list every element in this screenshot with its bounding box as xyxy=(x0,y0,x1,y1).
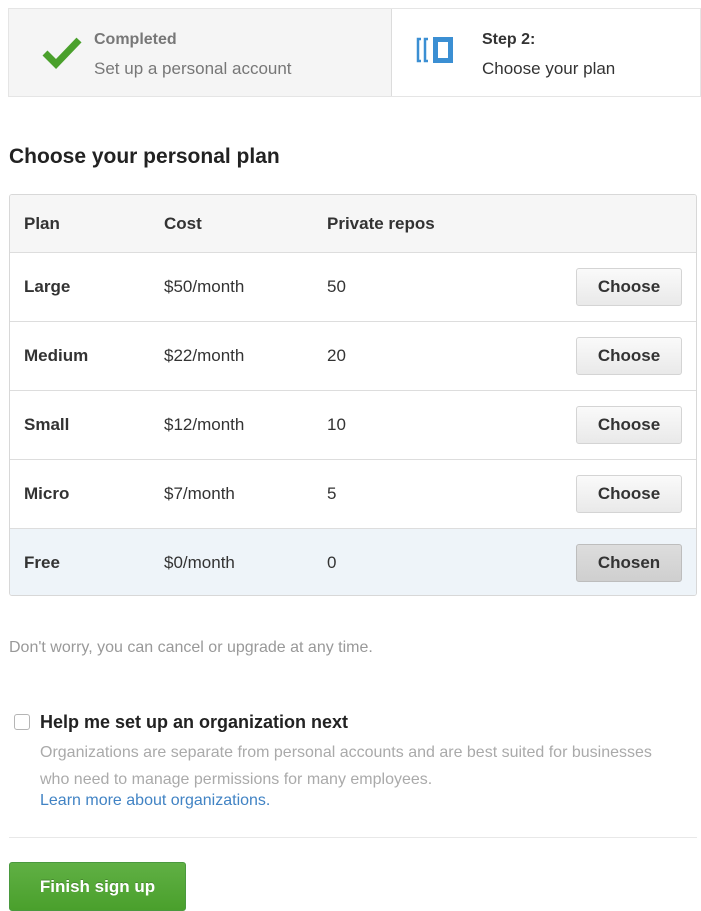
table-row: Small $12/month 10 Choose xyxy=(10,390,696,459)
organization-description: Organizations are separate from personal… xyxy=(40,744,652,788)
plan-cost: $7/month xyxy=(164,484,235,503)
chosen-free-button[interactable]: Chosen xyxy=(576,544,682,582)
plan-repos: 0 xyxy=(327,553,337,572)
step-completed-desc: Set up a personal account xyxy=(94,59,292,78)
choose-micro-button[interactable]: Choose xyxy=(576,475,682,513)
divider xyxy=(9,837,697,838)
header-plan: Plan xyxy=(24,213,60,233)
plan-name: Medium xyxy=(24,346,89,365)
table-row: Medium $22/month 20 Choose xyxy=(10,321,696,390)
organization-option-label[interactable]: Help me set up an organization next xyxy=(40,712,348,733)
plan-repos: 50 xyxy=(327,277,346,296)
step-current-title: Step 2: xyxy=(482,31,536,48)
learn-more-organizations-link[interactable]: Learn more about organizations. xyxy=(40,792,270,810)
header-cost: Cost xyxy=(164,213,202,233)
signup-steps: Completed Set up a personal account Step… xyxy=(8,8,701,97)
step-completed: Completed Set up a personal account xyxy=(9,9,392,96)
table-row: Micro $7/month 5 Choose xyxy=(10,459,696,528)
plan-cost: $22/month xyxy=(164,346,245,365)
finish-signup-button[interactable]: Finish sign up xyxy=(9,862,186,911)
table-row-selected: Free $0/month 0 Chosen xyxy=(10,528,696,595)
plan-name: Micro xyxy=(24,484,70,503)
choose-small-button[interactable]: Choose xyxy=(576,406,682,444)
plan-repos: 10 xyxy=(327,415,346,434)
plan-cost: $12/month xyxy=(164,415,245,434)
checkmark-icon xyxy=(42,37,82,69)
plan-name: Small xyxy=(24,415,70,434)
cancel-note: Don't worry, you can cancel or upgrade a… xyxy=(9,639,373,656)
plans-table: Plan Cost Private repos Large $50/month … xyxy=(9,194,697,596)
plan-cost: $0/month xyxy=(164,553,235,572)
plan-name: Large xyxy=(24,277,71,296)
organization-checkbox[interactable] xyxy=(14,714,30,730)
plan-icon xyxy=(416,37,453,63)
step-current-desc: Choose your plan xyxy=(482,59,616,78)
table-header-row: Plan Cost Private repos xyxy=(10,195,696,252)
step-current: Step 2: Choose your plan xyxy=(392,9,700,96)
table-row: Large $50/month 50 Choose xyxy=(10,252,696,321)
choose-medium-button[interactable]: Choose xyxy=(576,337,682,375)
plan-name: Free xyxy=(24,553,60,572)
plan-repos: 20 xyxy=(327,346,346,365)
header-private-repos: Private repos xyxy=(327,213,435,233)
signup-page: Completed Set up a personal account Step… xyxy=(0,0,701,911)
plan-cost: $50/month xyxy=(164,277,245,296)
choose-large-button[interactable]: Choose xyxy=(576,268,682,306)
plan-repos: 5 xyxy=(327,484,337,503)
step-completed-title: Completed xyxy=(94,31,177,48)
page-title: Choose your personal plan xyxy=(9,145,280,168)
